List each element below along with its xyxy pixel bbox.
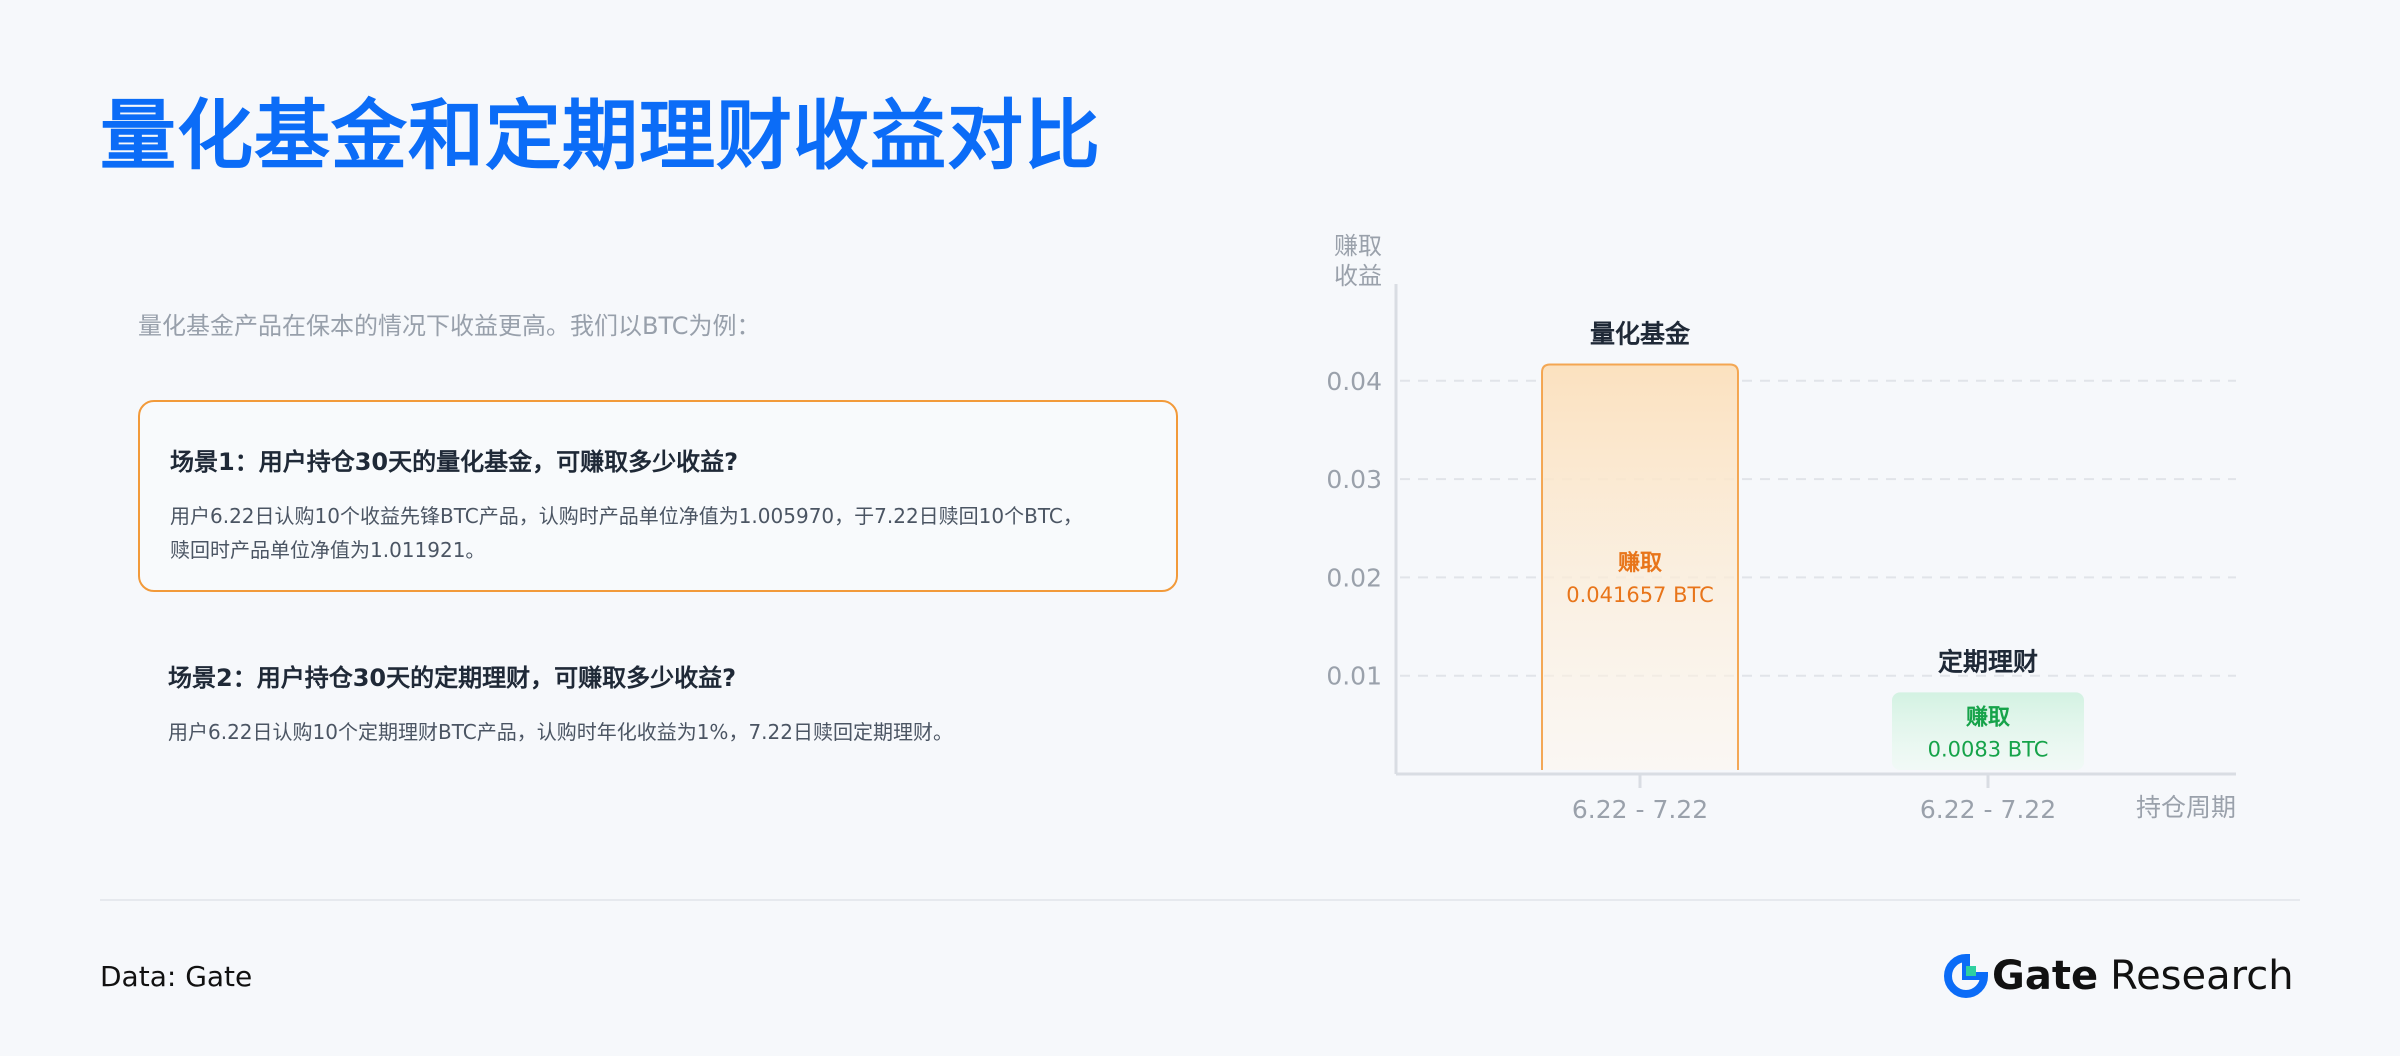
data-source: Data: Gate [100,960,253,993]
y-tick-label: 0.02 [1326,563,1382,592]
gate-research-logo: Gate Research [1944,952,2294,1000]
bar-2-name: 定期理财 [1938,647,2038,676]
scenario-2-body: 用户6.22日认购10个定期理财BTC产品，认购时年化收益为1%，7.22日赎回… [168,720,953,744]
bar-1-name: 量化基金 [1590,319,1691,348]
y-tick-label: 0.03 [1326,465,1382,494]
x-axis-label: 持仓周期 [2136,793,2236,822]
brand-name: Gate [1992,953,2099,999]
x-tick-label: 6.22 - 7.22 [1572,795,1708,824]
scenario-2-card: 场景2：用户持仓30天的定期理财，可赚取多少收益? 用户6.22日认购10个定期… [138,658,1178,749]
x-tick-label: 6.22 - 7.22 [1920,795,2056,824]
scenario-2-title: 场景2：用户持仓30天的定期理财，可赚取多少收益? [168,664,737,692]
scenario-1-title: 场景1：用户持仓30天的量化基金，可赚取多少收益? [170,448,739,476]
y-axis-label: 赚取收益 [1334,232,1382,290]
footer-divider [100,899,2300,901]
bar-1-value-label: 0.041657 BTC [1566,583,1714,607]
bar-2-label-top: 赚取 [1966,704,2010,730]
scenario-1-body: 用户6.22日认购10个收益先锋BTC产品，认购时产品单位净值为1.005970… [170,504,1083,562]
scenario-1-card: 场景1：用户持仓30天的量化基金，可赚取多少收益? 用户6.22日认购10个收益… [138,400,1178,592]
y-tick-label: 0.01 [1326,662,1382,691]
bar-1-label-top: 赚取 [1618,550,1662,576]
y-tick-label: 0.04 [1326,367,1382,396]
chart-svg: 赚取收益 0.01 0.02 0.03 0.04 持仓周期 量化基金赚取 0.041657 B… [1326,232,2236,824]
brand-subtitle: Research [2110,953,2294,999]
bar-2-value-label: 0.0083 BTC [1928,737,2049,761]
page-title: 量化基金和定期理财收益对比 [100,91,1101,180]
gate-logo-icon [1944,954,1988,998]
intro-text: 量化基金产品在保本的情况下收益更高。我们以BTC为例： [138,312,761,340]
yield-comparison-chart: 赚取收益 0.01 0.02 0.03 0.04 持仓周期 量化基金赚取 0.041657 B… [1300,220,2300,840]
